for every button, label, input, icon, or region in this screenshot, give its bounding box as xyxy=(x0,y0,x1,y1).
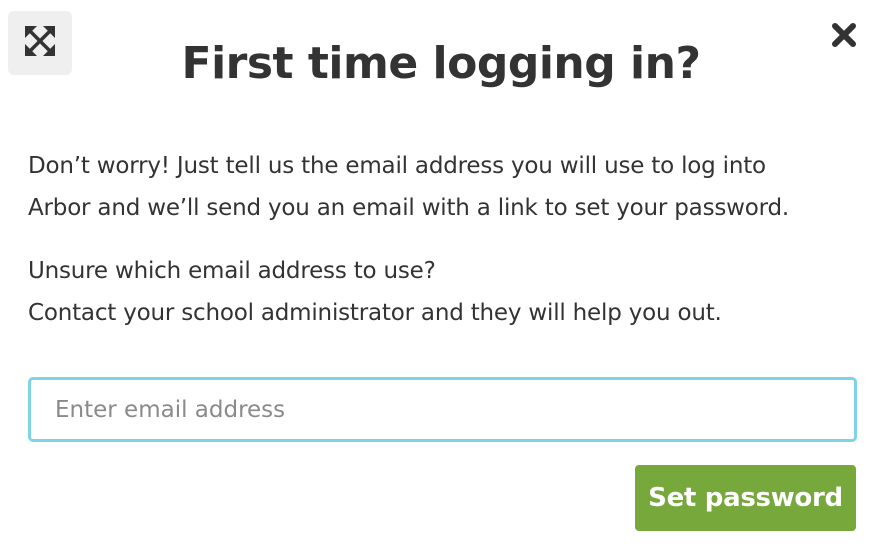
instructions-line-1: Don’t worry! Just tell us the email addr… xyxy=(28,153,766,179)
help-line-2: Contact your school administrator and th… xyxy=(28,300,722,326)
email-input[interactable] xyxy=(28,377,857,442)
dialog-title: First time logging in? xyxy=(181,38,701,89)
set-password-button[interactable]: Set password xyxy=(635,465,856,531)
help-paragraph: Unsure which email address to use? Conta… xyxy=(28,250,858,334)
instructions-line-2: Arbor and we’ll send you an email with a… xyxy=(28,195,789,221)
help-line-1: Unsure which email address to use? xyxy=(28,258,436,284)
first-login-dialog: First time logging in? Don’t worry! Just… xyxy=(0,0,882,558)
instructions-paragraph: Don’t worry! Just tell us the email addr… xyxy=(28,145,858,229)
